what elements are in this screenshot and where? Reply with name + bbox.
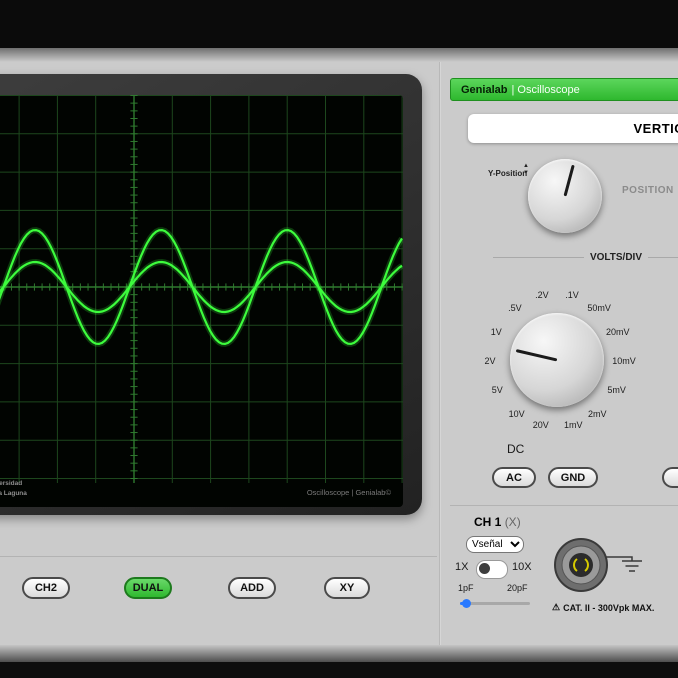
y-position-up-icon[interactable]: ▲ <box>523 163 529 170</box>
top-chrome-bar <box>0 0 678 48</box>
bnc-connector[interactable] <box>550 535 660 597</box>
channel-name: CH 1 <box>474 515 501 529</box>
volts-div-scale-.5V: .5V <box>508 303 522 313</box>
capacitance-slider[interactable] <box>460 598 530 609</box>
volts-div-scale-1V: 1V <box>491 327 502 337</box>
mode-button-xy[interactable]: XY <box>324 577 370 599</box>
volts-div-scale-1mV: 1mV <box>564 420 583 430</box>
y-position-down-icon[interactable]: ▼ <box>523 170 529 177</box>
y-position-knob-pointer <box>564 165 575 197</box>
volts-div-scale-.1V: .1V <box>565 290 579 300</box>
bottom-chrome-bar <box>0 662 678 678</box>
scope-display <box>0 95 403 483</box>
volts-div-knob-pointer <box>516 349 558 361</box>
attenuation-1x-label: 1X <box>455 561 468 573</box>
volts-div-scale-20mV: 20mV <box>606 327 630 337</box>
mode-button-add[interactable]: ADD <box>228 577 276 599</box>
scope-bezel: Universidad de La Laguna Oscilloscope | … <box>0 74 422 515</box>
mode-section-divider <box>0 556 437 557</box>
volts-div-scale-50mV: 50mV <box>587 303 611 313</box>
warning-text: CAT. II - 300Vpk MAX. <box>563 603 654 613</box>
attenuation-toggle-knob <box>479 563 490 574</box>
scope-screen: Universidad de La Laguna Oscilloscope | … <box>0 95 403 507</box>
capacitance-slider-thumb[interactable] <box>462 599 471 608</box>
warning-line: ⚠ CAT. II - 300Vpk MAX. <box>552 602 654 613</box>
volts-div-scale-10V: 10V <box>509 409 525 419</box>
instrument-top-edge <box>0 48 678 62</box>
volts-div-scale-2mV: 2mV <box>588 409 607 419</box>
instrument-bottom-edge <box>0 645 678 662</box>
coupling-indicator: DC <box>507 442 524 456</box>
channel-section-divider <box>450 505 678 506</box>
y-position-spinner: ▲ ▼ <box>523 163 529 177</box>
divider-line <box>648 257 678 258</box>
attenuation-10x-label: 10X <box>512 561 532 573</box>
brand-label: Genialab <box>461 84 507 96</box>
watermark-line1: Universidad <box>0 479 27 489</box>
panel-divider <box>439 62 441 645</box>
warning-icon: ⚠ <box>552 602 560 613</box>
divider-line <box>493 257 584 258</box>
volts-div-scale-5V: 5V <box>492 385 503 395</box>
volts-div-scale-2V: 2V <box>484 356 495 366</box>
signal-source-select[interactable]: Vseñal <box>466 536 524 553</box>
y-position-knob[interactable] <box>528 159 602 233</box>
channel-axis-tag: (X) <box>505 515 521 529</box>
watermark-university: Universidad de La Laguna <box>0 479 27 499</box>
volts-div-label: VOLTS/DIV <box>590 252 642 263</box>
app-title-label: | Oscilloscope <box>511 84 579 96</box>
oscilloscope-app: Universidad de La Laguna Oscilloscope | … <box>0 0 678 678</box>
vertical-section-title: VERTICAL <box>468 114 678 143</box>
capacitance-max-label: 20pF <box>507 583 528 593</box>
ground-symbol <box>606 557 642 571</box>
watermark-line2: de La Laguna <box>0 489 27 499</box>
volts-div-scale-5mV: 5mV <box>607 385 626 395</box>
capacitance-min-label: 1pF <box>458 583 474 593</box>
panel-title-bar: Genialab | Oscilloscope <box>450 78 678 101</box>
volts-div-knob[interactable] <box>510 313 604 407</box>
mode-button-ch2[interactable]: CH2 <box>22 577 70 599</box>
coupling-button-ac[interactable]: AC <box>492 467 536 488</box>
coupling-button-gnd[interactable]: GND <box>548 467 598 488</box>
position-caption: POSITION <box>622 185 674 196</box>
attenuation-toggle[interactable] <box>476 560 508 579</box>
y-position-label: Y-Position <box>488 169 527 178</box>
coupling-button-dc[interactable]: DC <box>662 467 678 488</box>
volts-div-scale-.2V: .2V <box>535 290 549 300</box>
channel-title: CH 1 (X) <box>474 515 521 529</box>
mode-button-dual[interactable]: DUAL <box>124 577 172 599</box>
watermark-brand: Oscilloscope | Genialab© <box>307 488 391 497</box>
volts-div-scale-10mV: 10mV <box>612 356 636 366</box>
volts-div-scale-20V: 20V <box>533 420 549 430</box>
volts-div-header: VOLTS/DIV <box>493 252 678 263</box>
